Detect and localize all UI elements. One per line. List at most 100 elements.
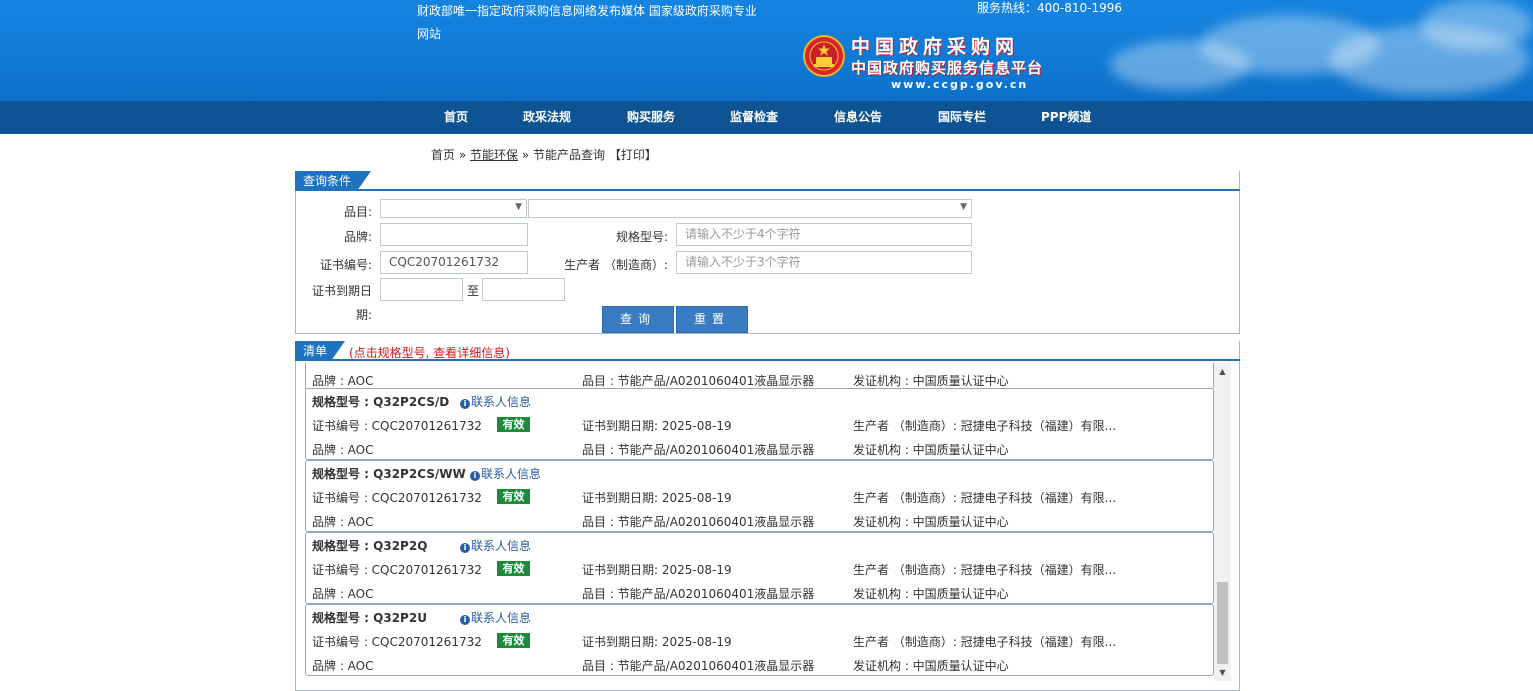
brand-value: 品牌 : AOC [312,659,374,673]
category-value: 品目 : 节能产品/A0201060401液晶显示器 [582,443,815,457]
manufacturer-value: 生产者 （制造商）: 冠捷电子科技（福建）有限... [853,563,1117,577]
manufacturer-label: 生产者 （制造商）: [564,258,668,272]
manufacturer-value: 生产者 （制造商）: 冠捷电子科技（福建）有限... [853,419,1117,433]
nav-item-international[interactable]: 国际专栏 [938,101,986,134]
cert-number-label: 证书编号: [319,258,372,272]
issuer-value: 发证机构 : 中国质量认证中心 [853,587,1009,601]
search-button[interactable]: 查询 [602,306,674,333]
reset-button[interactable]: 重置 [676,306,748,333]
expiry-date-label-cont: 期: [355,308,372,322]
breadcrumb-current: 节能产品查询 [533,148,606,162]
print-link[interactable]: 【打印】 [609,148,657,162]
status-badge: 有效 [497,633,530,648]
category-value: 品目 : 节能产品/A0201060401液晶显示器 [582,515,815,529]
nav-item-ppp[interactable]: PPP频道 [1041,101,1091,134]
results-list[interactable]: 品牌 : AOC 品目 : 节能产品/A0201060401液晶显示器 发证机构… [305,363,1214,688]
info-circle-icon: i [460,615,470,625]
issuer-value: 发证机构 : 中国质量认证中心 [853,659,1009,673]
chevron-down-icon: ▼ [960,202,967,212]
date-range-separator: 至 [467,284,480,298]
brand-value: 品牌 : AOC [312,515,374,529]
category-label: 品目: [343,205,372,219]
category-select-secondary[interactable]: ▼ [528,199,972,218]
cert-number-value: 证书编号 : CQC20701261732 [312,419,482,433]
issuer-value: 发证机构 : 中国质量认证中心 [853,374,1009,388]
category-value: 品目 : 节能产品/A0201060401液晶显示器 [582,374,815,388]
model-link[interactable]: 规格型号 : Q32P2CS/D [312,393,449,410]
contact-info-link[interactable]: i 联系人信息 [470,465,541,482]
result-card: 品牌 : AOC 品目 : 节能产品/A0201060401液晶显示器 发证机构… [305,363,1214,390]
brand-value: 品牌 : AOC [312,587,374,601]
manufacturer-value: 生产者 （制造商）: 冠捷电子科技（福建）有限... [853,635,1117,649]
info-circle-icon: i [470,471,480,481]
category-value: 品目 : 节能产品/A0201060401液晶显示器 [582,587,815,601]
cert-number-value: 证书编号 : CQC20701261732 [312,635,482,649]
contact-info-link[interactable]: i 联系人信息 [460,393,531,410]
breadcrumb: 首页 » 节能环保 » 节能产品查询 【打印】 [431,146,657,163]
results-panel: 清单 (点击规格型号, 查看详细信息) 品牌 : AOC 品目 : 节能产品/A… [295,341,1240,691]
category-select-primary[interactable]: ▼ [380,199,527,218]
model-link[interactable]: 规格型号 : Q32P2U [312,609,427,626]
results-scrollbar[interactable]: ▲ ▼ [1214,363,1231,681]
scrollbar-thumb[interactable] [1217,582,1228,664]
expiry-value: 证书到期日期: 2025-08-19 [582,419,732,433]
national-emblem-icon [803,35,845,77]
logo-title: 中国政府采购网 [851,36,1020,58]
scroll-up-arrow-icon[interactable]: ▲ [1214,363,1231,380]
query-panel: 查询条件 品目: ▼ ▼ 品牌: 规格型号: 请输入不少于4个字符 证书编号: … [295,171,1240,334]
nav-item-announcements[interactable]: 信息公告 [834,101,882,134]
nav-item-home[interactable]: 首页 [444,101,468,134]
expiry-date-from[interactable] [380,278,463,301]
manufacturer-input[interactable]: 请输入不少于3个字符 [676,251,972,274]
expiry-value: 证书到期日期: 2025-08-19 [582,491,732,505]
contact-info-label: 联系人信息 [471,611,532,625]
model-link[interactable]: 规格型号 : Q32P2Q [312,537,427,554]
logo-subtitle: 中国政府购买服务信息平台 [851,59,1044,77]
expiry-date-to[interactable] [482,278,565,301]
nav-item-supervision[interactable]: 监督检查 [730,101,778,134]
issuer-value: 发证机构 : 中国质量认证中心 [853,443,1009,457]
manufacturer-value: 生产者 （制造商）: 冠捷电子科技（福建）有限... [853,491,1117,505]
contact-info-link[interactable]: i 联系人信息 [460,609,531,626]
results-hint: (点击规格型号, 查看详细信息) [349,346,510,360]
contact-info-label: 联系人信息 [481,467,542,481]
results-panel-header: 清单 (点击规格型号, 查看详细信息) [295,341,1240,361]
nav-item-purchase-services[interactable]: 购买服务 [627,101,675,134]
service-hotline: 服务热线：400-810-1996 [977,1,1123,15]
main-nav: 首页 政采法规 购买服务 监督检查 信息公告 国际专栏 PPP频道 [0,101,1533,134]
breadcrumb-home[interactable]: 首页 [431,148,455,162]
expiry-value: 证书到期日期: 2025-08-19 [582,635,732,649]
breadcrumb-separator: » [458,148,467,162]
breadcrumb-section[interactable]: 节能环保 [470,148,518,162]
model-link[interactable]: 规格型号 : Q32P2CS/WW [312,465,466,482]
model-input[interactable]: 请输入不少于4个字符 [676,223,972,246]
model-label: 规格型号: [615,230,668,244]
chevron-down-icon: ▼ [515,202,522,212]
brand-input[interactable] [380,223,528,246]
contact-info-label: 联系人信息 [471,539,532,553]
brand-value: 品牌 : AOC [312,374,374,388]
query-panel-tab: 查询条件 [295,171,371,191]
info-circle-icon: i [460,399,470,409]
scroll-down-arrow-icon[interactable]: ▼ [1214,664,1231,681]
contact-info-label: 联系人信息 [471,395,532,409]
site-tagline: 财政部唯一指定政府采购信息网络发布媒体 国家级政府采购专业网站 [417,4,757,41]
result-card: 规格型号 : Q32P2U i 联系人信息 证书编号 : CQC207012617… [305,604,1214,676]
cert-number-input[interactable]: CQC20701261732 [380,251,528,274]
brand-label: 品牌: [343,230,372,244]
expiry-value: 证书到期日期: 2025-08-19 [582,563,732,577]
cert-number-value: 证书编号 : CQC20701261732 [312,563,482,577]
results-panel-tab: 清单 [295,341,345,361]
query-panel-header: 查询条件 [295,171,1240,191]
logo-url: www.ccgp.gov.cn [891,78,1029,91]
status-badge: 有效 [497,417,530,432]
brand-value: 品牌 : AOC [312,443,374,457]
contact-info-link[interactable]: i 联系人信息 [460,537,531,554]
result-card: 规格型号 : Q32P2Q i 联系人信息 证书编号 : CQC207012617… [305,532,1214,604]
cert-number-value: 证书编号 : CQC20701261732 [312,491,482,505]
nav-item-regulations[interactable]: 政采法规 [523,101,571,134]
breadcrumb-separator: » [521,148,530,162]
expiry-date-label: 证书到期日 [311,284,372,298]
site-logo[interactable]: 中国政府采购网 中国政府购买服务信息平台 www.ccgp.gov.cn [851,36,1043,92]
info-circle-icon: i [460,543,470,553]
